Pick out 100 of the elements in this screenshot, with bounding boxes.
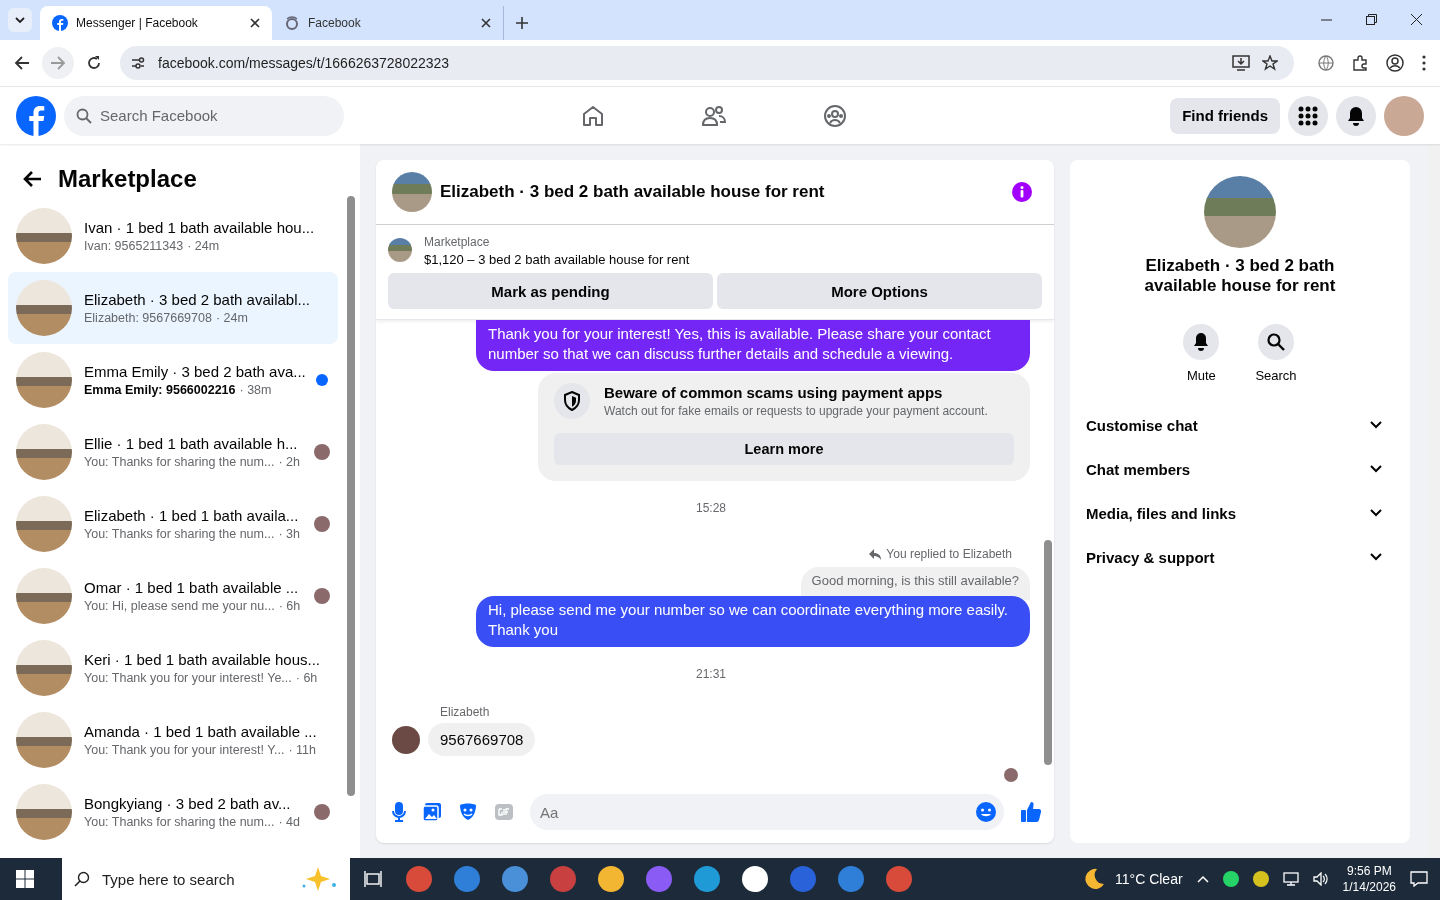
conversation-title: Elizabeth · 3 bed 2 bath availabl...: [84, 291, 311, 308]
photo-placeholder: [16, 640, 72, 696]
microphone-icon[interactable]: [392, 802, 406, 822]
conversation-title: Ellie · 1 bed 1 bath available h...: [84, 435, 299, 452]
conversation-title: Emma Emily · 3 bed 2 bath ava...: [84, 363, 304, 380]
notifications-button[interactable]: [1336, 95, 1376, 136]
learn-more-button[interactable]: Learn more: [554, 433, 1014, 465]
chevron-icon: [1370, 553, 1382, 561]
section-row[interactable]: Customise chat: [1086, 403, 1394, 447]
message-time: · 3h: [278, 527, 300, 541]
more-icon[interactable]: [1422, 55, 1426, 71]
maximize-icon[interactable]: [1366, 14, 1377, 25]
photo-placeholder: [16, 352, 72, 408]
task-view-icon[interactable]: [364, 871, 382, 887]
message-preview: Elizabeth: 9567669708: [84, 311, 212, 325]
message-input[interactable]: Aa: [530, 794, 1004, 830]
star-icon[interactable]: [1262, 55, 1278, 71]
new-tab-icon[interactable]: [516, 17, 528, 29]
search-button[interactable]: [1258, 324, 1294, 360]
groups-icon[interactable]: [823, 103, 847, 128]
conversation-item[interactable]: Ellie · 1 bed 1 bath available h... You: Thanks for sharing the num... · 2h: [8, 416, 338, 488]
back-arrow-icon[interactable]: [14, 55, 30, 71]
taskbar-search-field[interactable]: Type here to search: [62, 858, 350, 900]
avatar: [392, 726, 420, 754]
seen-avatar: [314, 804, 330, 820]
message-time: · 6h: [278, 599, 301, 613]
caret-icon: [14, 14, 26, 26]
photo-placeholder: [16, 208, 72, 264]
conversation-item[interactable]: Bongkyiang · 3 bed 2 bath av... You: Thanks for sharing the num... · 4d: [8, 776, 338, 848]
install-icon[interactable]: [1232, 55, 1250, 71]
info-icon[interactable]: [1012, 182, 1032, 202]
listing-label: Marketplace: [424, 235, 491, 249]
section-row[interactable]: Chat members: [1086, 447, 1394, 491]
photo-placeholder: [16, 568, 72, 624]
message-time: · 24m: [215, 311, 248, 325]
find-friends-button[interactable]: Find friends: [1170, 97, 1280, 134]
conversation-item[interactable]: Keri · 1 bed 1 bath available hous... You: Thank you for your interest! Ye... · 6h: [8, 632, 338, 704]
conversation-title: Bongkyiang · 3 bed 2 bath av...: [84, 795, 292, 812]
conversation-item[interactable]: Amanda · 1 bed 1 bath available ... You: Thank you for your interest! Y... · 11h: [8, 704, 338, 776]
menu-button[interactable]: [1288, 95, 1328, 136]
reply-arrow-icon: [869, 548, 882, 560]
speaker-icon[interactable]: [1312, 872, 1329, 886]
conversation-item[interactable]: Elizabeth · 1 bed 1 bath availa... You: Thanks for sharing the num... · 3h: [8, 488, 338, 560]
conversation-title: Amanda · 1 bed 1 bath available ...: [84, 723, 318, 740]
scrollbar[interactable]: [1428, 144, 1440, 858]
people-icon[interactable]: [701, 103, 727, 128]
search-field[interactable]: Search Facebook: [64, 95, 344, 136]
notification-icon[interactable]: [1410, 871, 1428, 887]
close-icon[interactable]: [481, 18, 491, 28]
conversation-item[interactable]: Emma Emily · 3 bed 2 bath ava... Emma Emily: 9566002216 · 38m: [8, 344, 338, 416]
close-icon[interactable]: [250, 18, 260, 28]
conversation-title: Elizabeth · 1 bed 1 bath availa...: [84, 507, 300, 524]
facebook-logo-icon[interactable]: [16, 95, 56, 136]
forward-button[interactable]: [42, 47, 74, 79]
address-field[interactable]: facebook.com/messages/t/1666263728022323: [120, 46, 1294, 80]
home-icon[interactable]: [581, 103, 605, 128]
globe-icon[interactable]: [1318, 55, 1334, 71]
message-time: · 4d: [278, 815, 300, 829]
conversation-item[interactable]: Elizabeth · 3 bed 2 bath availabl... Elizabeth: 9567669708 · 24m: [8, 272, 338, 344]
search-icon: [1267, 333, 1285, 351]
back-arrow-icon[interactable]: [22, 170, 42, 188]
seen-avatar: [314, 444, 330, 460]
listing-title: $1,120 – 3 bed 2 bath available house for rent: [424, 252, 690, 267]
photo-placeholder: [16, 424, 72, 480]
chevron-up-icon[interactable]: [1196, 875, 1209, 883]
action-label: Mute: [1186, 368, 1216, 383]
message-time: · 11h: [288, 743, 316, 757]
sticker-icon[interactable]: [458, 802, 478, 822]
sent-message: Thank you for your interest! Yes, this is available. Please share your contact number so that we can discuss further details and schedule a viewing.: [476, 320, 1030, 371]
plus-circle-icon[interactable]: [1252, 871, 1269, 887]
reload-icon[interactable]: [86, 55, 102, 71]
clock-time[interactable]: 9:56 PM: [1346, 863, 1392, 879]
site-settings-icon[interactable]: [130, 55, 146, 71]
profile-icon[interactable]: [1386, 54, 1404, 72]
app-icon[interactable]: [598, 866, 624, 892]
mute-button[interactable]: [1183, 324, 1220, 360]
emoji-icon[interactable]: [976, 802, 996, 822]
section-row[interactable]: Media, files and links: [1086, 491, 1394, 535]
browser-tab[interactable]: Messenger | Facebook: [40, 6, 272, 40]
tab-menu-button[interactable]: [8, 8, 32, 32]
puzzle-icon[interactable]: [1352, 55, 1368, 71]
network-icon[interactable]: [1282, 872, 1299, 886]
conversation-item[interactable]: Omar · 1 bed 1 bath available ... You: Hi, please send me your nu... · 6h: [8, 560, 338, 632]
photo-placeholder: [16, 280, 72, 336]
photo-placeholder: [16, 712, 72, 768]
weather-text[interactable]: 11°C Clear: [1115, 871, 1183, 887]
windows-start-icon[interactable]: [16, 870, 34, 888]
close-icon[interactable]: [1411, 14, 1422, 25]
section-row[interactable]: Privacy & support: [1086, 535, 1394, 579]
message-preview: You: Thanks for sharing the num...: [84, 815, 275, 829]
clock-date[interactable]: 1/14/2026: [1342, 879, 1396, 895]
image-icon[interactable]: [422, 802, 442, 822]
listing-button[interactable]: More Options: [717, 273, 1042, 309]
sender-name: Elizabeth: [440, 705, 491, 719]
listing-button[interactable]: Mark as pending: [388, 273, 713, 309]
app-icon[interactable]: [742, 866, 768, 892]
conversation-item[interactable]: Ivan · 1 bed 1 bath available hou... Ivan: 9565211343 · 24m: [8, 200, 338, 272]
thumbs-up-icon[interactable]: [1020, 801, 1042, 823]
warning-title: Beware of common scams using payment apps: [604, 384, 944, 401]
whatsapp-icon[interactable]: [1222, 871, 1239, 887]
